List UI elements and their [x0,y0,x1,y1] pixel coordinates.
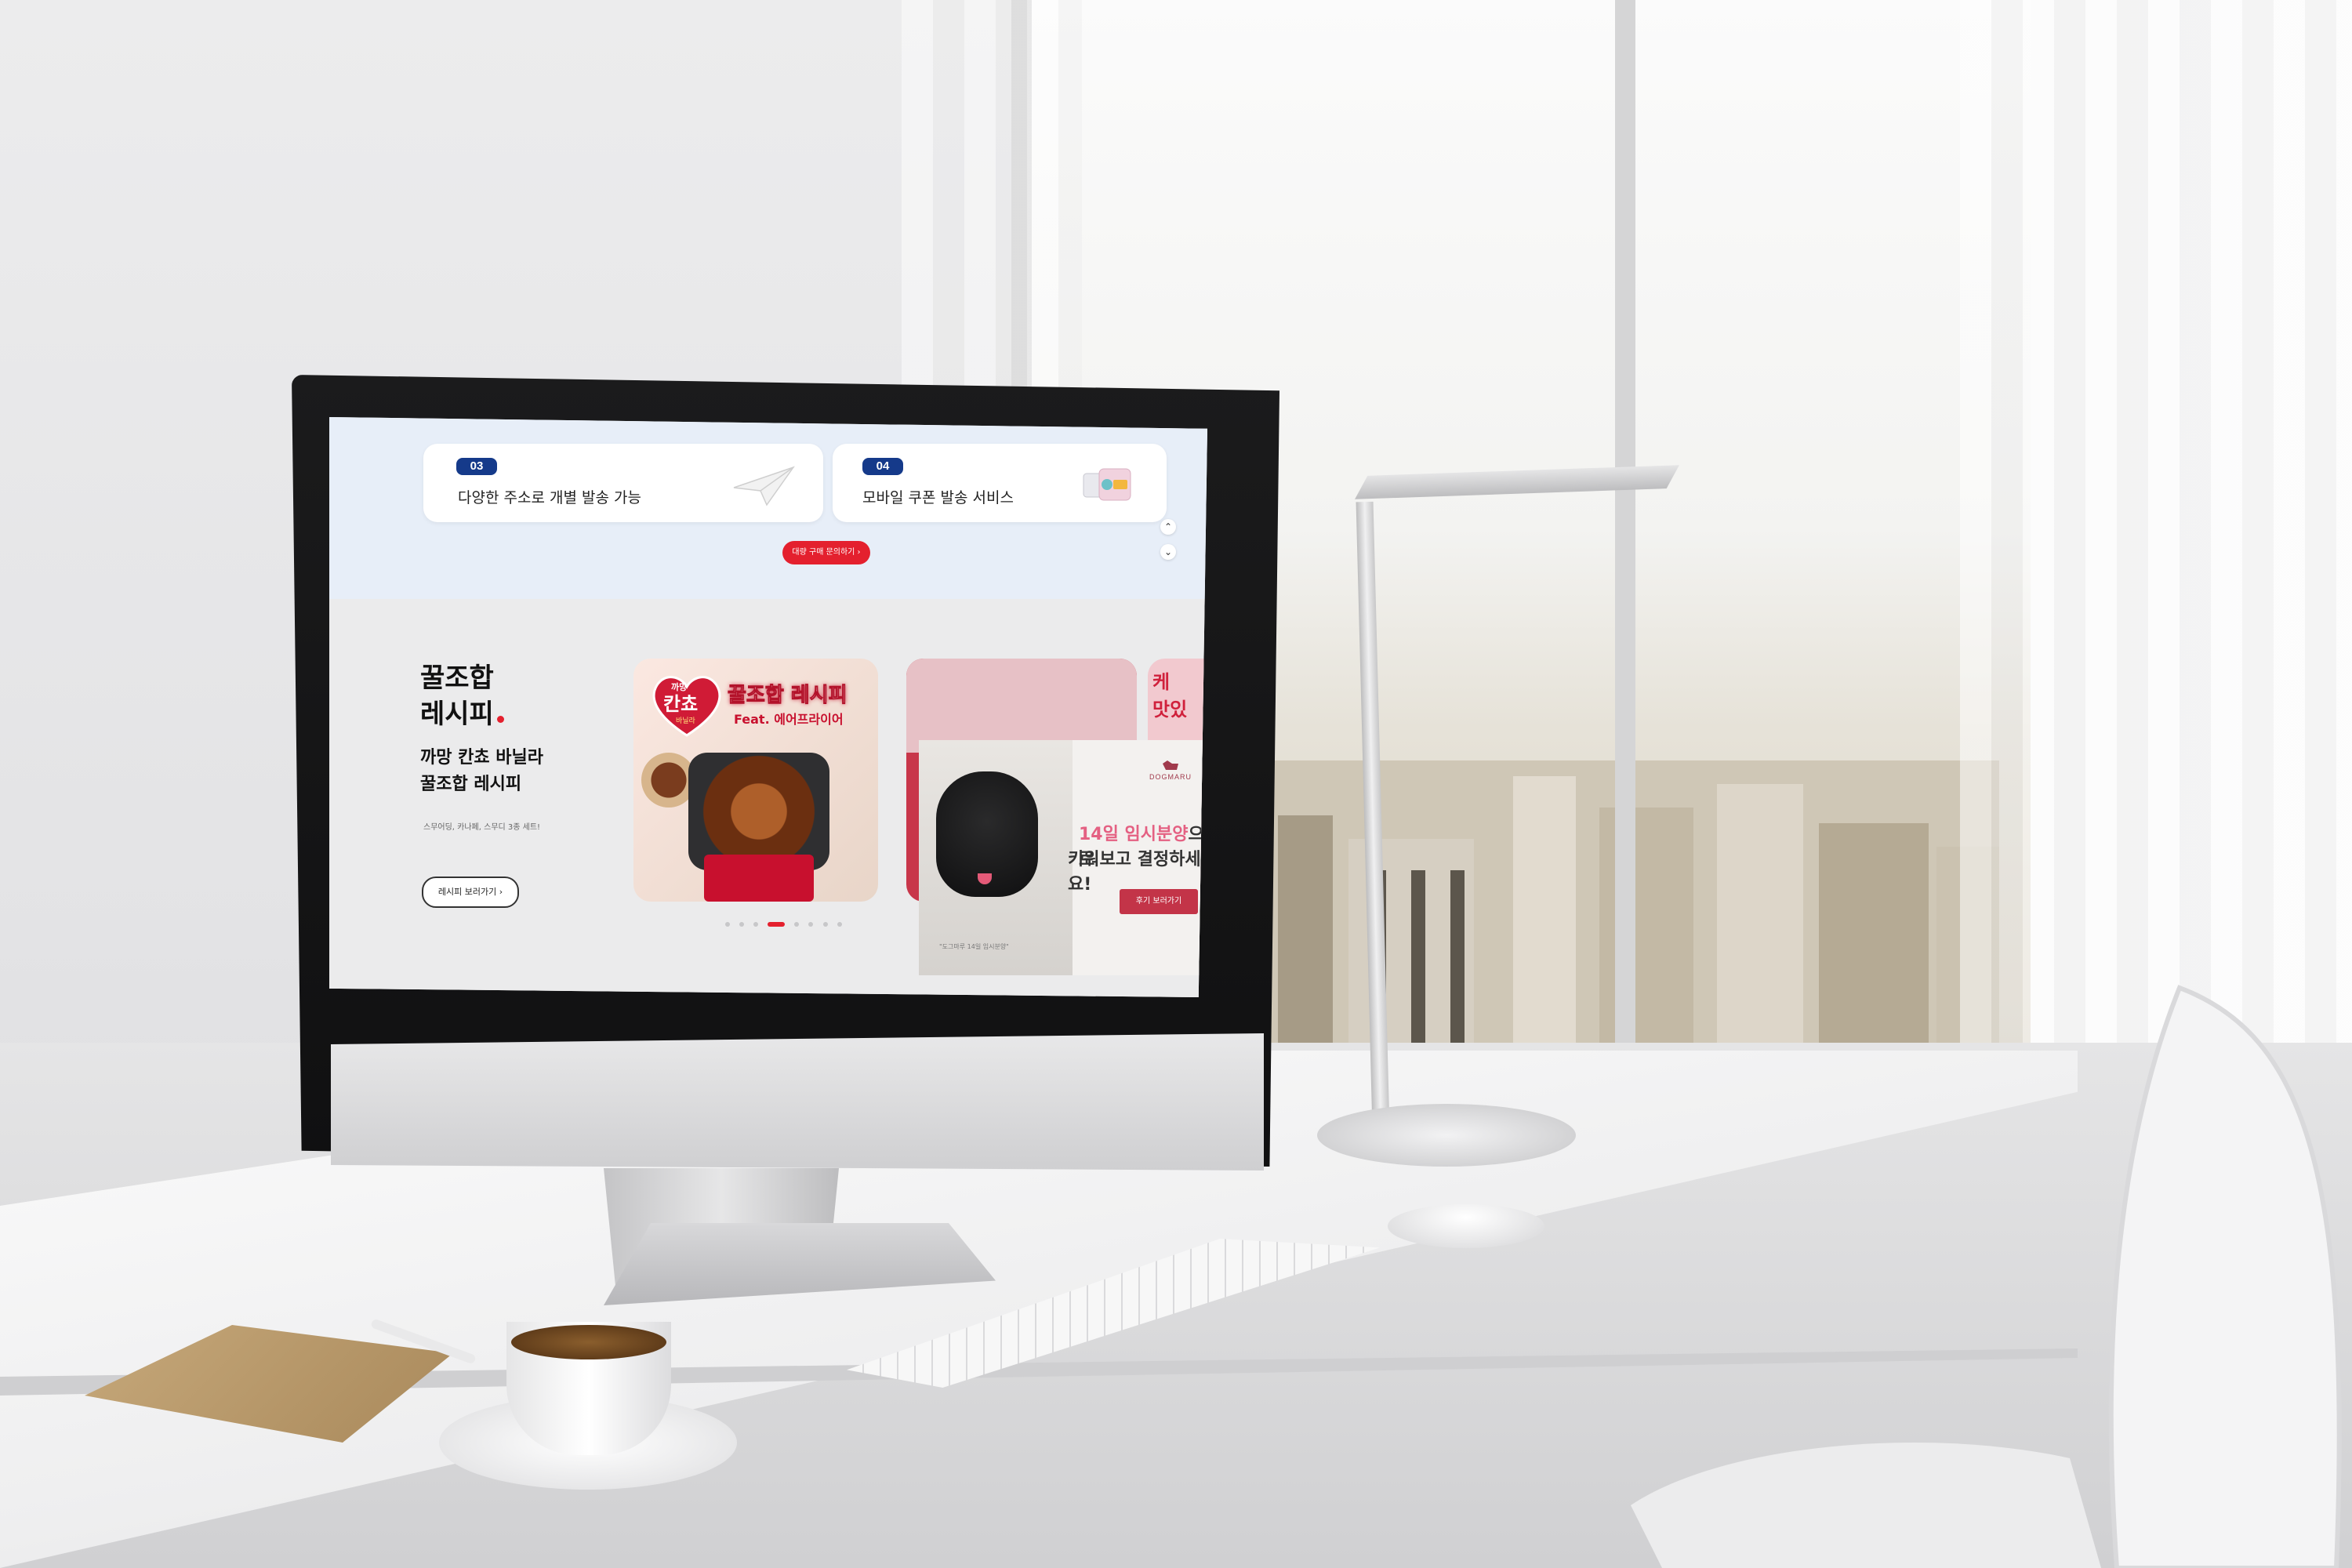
recipe-subtitle-line2: 꿀조합 레시피 [420,775,522,794]
lamp-base [1317,1104,1576,1167]
mouse [1388,1204,1544,1248]
slide-header: 꿀조합 레시피 [728,684,848,708]
paper-plane-icon [733,466,795,506]
feature-number-badge: 04 [862,458,903,475]
view-reviews-button[interactable]: 후기 보러가기 [1120,889,1198,914]
title-accent-dot [496,716,504,723]
logo-top-text: 까망 [671,681,687,692]
slider-dot[interactable] [822,922,828,927]
feature-card-04: 04 모바일 쿠폰 발송 서비스 [833,444,1167,522]
office-chair [1631,985,2342,1568]
recipe-title-line1: 꿀조합 [420,662,494,694]
dog-photo-caption: "도그마루 14일 임시분양" [939,943,1009,950]
dog-banner-highlight: 14일 임시분양 [1079,825,1189,844]
dog-banner-subline: 키워보고 결정하세요! [1068,850,1201,895]
recipe-title-line2: 레시피 [420,699,494,730]
dogmaru-banner[interactable]: "도그마루 14일 임시분양" DOGMARU 14일 임시분양으로 키워보고 … [919,740,1207,975]
dogmaru-brand-text: DOGMARU [1149,773,1192,781]
service-features-section: 03 다양한 주소로 개별 발송 가능 04 모바일 쿠폰 발송 서비스 ⌃ ⌄… [329,417,1207,599]
slider-dot[interactable] [808,922,814,927]
recipe-subtitle-line1: 까망 칸쵸 바닐라 [420,748,543,768]
slider-dot[interactable] [794,922,800,927]
scroll-up-button[interactable]: ⌃ [1160,519,1176,535]
bulk-purchase-inquiry-button[interactable]: 대량 구매 문의하기 › [782,541,870,564]
logo-main-text: 칸쵸 [663,693,698,715]
recipe-title: 꿀조합 레시피 [420,660,561,732]
feature-number-badge: 03 [456,458,497,475]
coffee [511,1325,666,1359]
slider-dot[interactable] [739,922,745,927]
slide-image [906,659,1137,753]
dogmaru-brand: DOGMARU [1149,759,1192,781]
dog-photo: "도그마루 14일 임시분양" [919,740,1073,975]
screen: 03 다양한 주소로 개별 발송 가능 04 모바일 쿠폰 발송 서비스 ⌃ ⌄… [329,417,1207,997]
logo-sub-text: 바닐라 [676,717,696,725]
slider-dot[interactable] [725,922,730,927]
recipe-description: 스무어딩, 카나페, 스무디 3종 세트! [423,823,541,832]
recipe-section: 꿀조합 레시피 까망 칸쵸 바닐라 꿀조합 레시피 스무어딩, 카나페, 스무디… [329,599,1207,997]
recipe-slide-kancho[interactable]: 까망 칸쵸 바닐라 꿀조합 레시피 Feat. 에어프라이어 [633,659,878,902]
slider-dot[interactable] [753,922,759,927]
slider-dot-active[interactable] [768,922,786,927]
slider-pagination [725,915,848,930]
mobile-coupon-icon [1083,468,1131,501]
kancho-logo: 까망 칸쵸 바닐라 [652,676,721,737]
dog-logo-icon [1163,760,1178,770]
slide-text: 케 맛있 [1152,671,1188,720]
monitor-chin [331,1033,1264,1171]
air-fryer-image [688,753,829,870]
view-recipe-button[interactable]: 레시피 보러가기 › [422,877,519,908]
snack-package-image [704,855,814,902]
slider-dot[interactable] [837,922,842,927]
slide-feat-text: Feat. 에어프라이어 [734,712,844,727]
recipe-subtitle: 까망 칸쵸 바닐라 꿀조합 레시피 [420,745,624,798]
feature-text: 모바일 쿠폰 발송 서비스 [862,489,1014,506]
scroll-down-button[interactable]: ⌄ [1160,544,1176,560]
scroll-controls: ⌃ ⌄ [1160,519,1178,568]
feature-card-03: 03 다양한 주소로 개별 발송 가능 [423,444,823,522]
feature-text: 다양한 주소로 개별 발송 가능 [458,489,641,506]
